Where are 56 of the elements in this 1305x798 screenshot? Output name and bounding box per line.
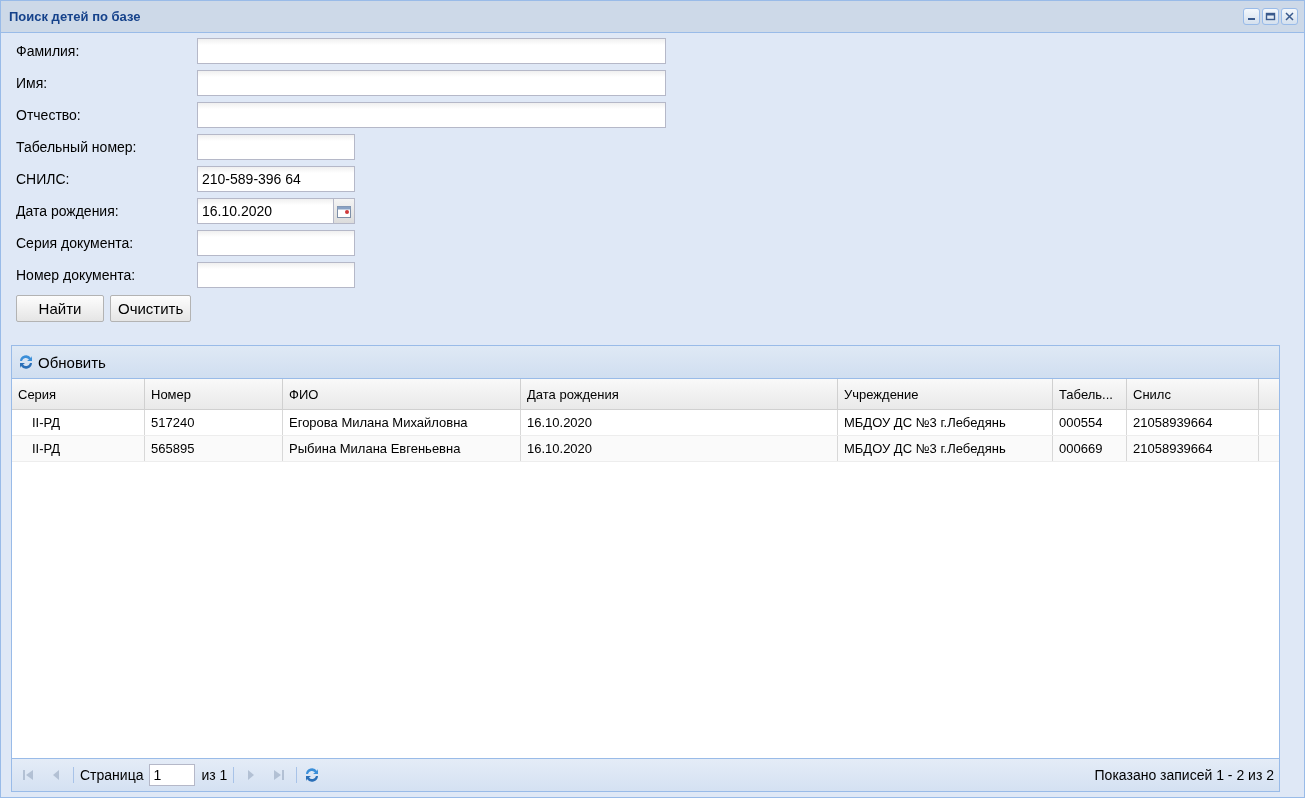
- field-label: Серия документа:: [16, 235, 135, 251]
- text-field[interactable]: [197, 262, 355, 288]
- refresh-icon: [17, 353, 35, 371]
- close-button[interactable]: [1281, 8, 1298, 25]
- form-button[interactable]: Очистить: [110, 295, 192, 322]
- text-field[interactable]: [197, 102, 666, 128]
- table-cell: МБДОУ ДС №3 г.Лебедянь: [838, 436, 1053, 461]
- table-cell: 565895: [145, 436, 283, 461]
- field-label: Дата рождения:: [16, 203, 120, 219]
- first-page-icon: [22, 769, 34, 781]
- table-cell: 21058939664: [1127, 436, 1259, 461]
- page-label: Страница: [80, 767, 144, 783]
- text-field[interactable]: [197, 38, 666, 64]
- field-label: Отчество:: [16, 107, 82, 123]
- last-page-icon: [273, 769, 286, 781]
- column-header[interactable]: Учреждение: [838, 379, 1053, 409]
- window-title: Поиск детей по базе: [9, 9, 141, 24]
- table-cell: 000554: [1053, 410, 1127, 435]
- table-cell: 16.10.2020: [521, 410, 838, 435]
- column-header[interactable]: Дата рождения: [521, 379, 838, 409]
- refresh-button[interactable]: Обновить: [17, 353, 106, 371]
- page-count: из 1: [201, 767, 228, 783]
- form-button[interactable]: Найти: [16, 295, 104, 322]
- column-header[interactable]: ФИО: [283, 379, 521, 409]
- date-field[interactable]: 16.10.2020: [197, 198, 334, 224]
- table-cell: МБДОУ ДС №3 г.Лебедянь: [838, 410, 1053, 435]
- minimize-button[interactable]: [1243, 8, 1260, 25]
- maximize-button[interactable]: [1262, 8, 1279, 25]
- field-label: СНИЛС:: [16, 171, 71, 187]
- table-cell: 000669: [1053, 436, 1127, 461]
- records-summary: Показано записей 1 - 2 из 2: [1094, 767, 1274, 783]
- table-cell: 21058939664: [1127, 410, 1259, 435]
- field-label: Номер документа:: [16, 267, 137, 283]
- table-cell: Егорова Милана Михайловна: [283, 410, 521, 435]
- table-cell: Рыбина Милана Евгеньевна: [283, 436, 521, 461]
- table-cell: 16.10.2020: [521, 436, 838, 461]
- field-label: Табельный номер:: [16, 139, 138, 155]
- field-label: Имя:: [16, 75, 49, 91]
- close-icon: [1284, 11, 1295, 22]
- page-number-field[interactable]: 1: [149, 764, 196, 786]
- table-cell: II-РД: [12, 410, 145, 435]
- table-cell: II-РД: [12, 436, 145, 461]
- maximize-icon: [1265, 11, 1276, 22]
- text-field[interactable]: [197, 70, 666, 96]
- text-field[interactable]: [197, 134, 355, 160]
- column-header[interactable]: Серия: [12, 379, 145, 409]
- calendar-icon: [337, 204, 351, 218]
- table-cell: 517240: [145, 410, 283, 435]
- field-label: Фамилия:: [16, 43, 81, 59]
- column-header[interactable]: Снилс: [1127, 379, 1259, 409]
- text-field[interactable]: 210-589-396 64: [197, 166, 355, 192]
- column-header[interactable]: Табель...: [1053, 379, 1127, 409]
- calendar-button[interactable]: [334, 198, 355, 224]
- column-header[interactable]: Номер: [145, 379, 283, 409]
- minimize-icon: [1248, 18, 1255, 20]
- text-field[interactable]: [197, 230, 355, 256]
